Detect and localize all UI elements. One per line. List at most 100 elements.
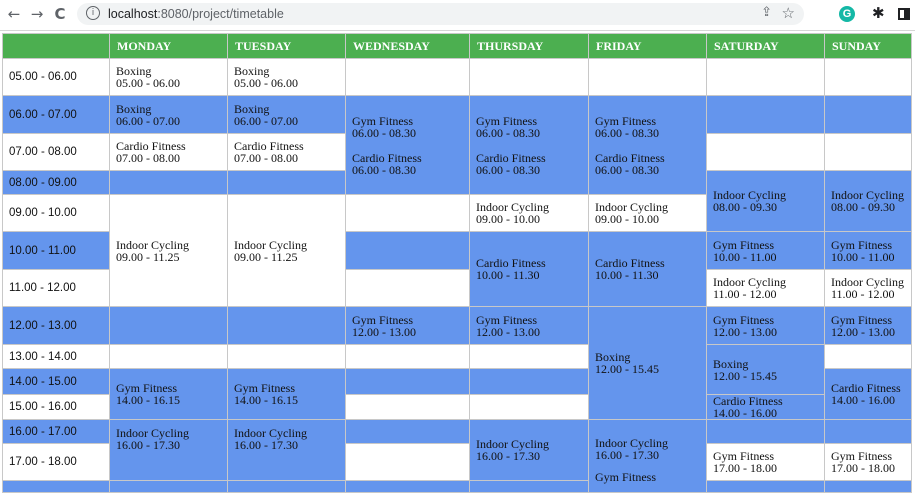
class-cell[interactable]: Indoor Cycling 11.00 - 12.00 bbox=[706, 269, 825, 307]
class-cell[interactable]: Cardio Fitness 10.00 - 11.30 bbox=[588, 231, 707, 307]
class-name: Boxing bbox=[713, 356, 749, 371]
empty-cell bbox=[345, 194, 470, 232]
bookmark-star-icon[interactable]: ☆ bbox=[782, 4, 795, 22]
class-time: 17.00 - 18.00 bbox=[831, 461, 895, 475]
class-cell[interactable]: Indoor Cycling 09.00 - 10.00 bbox=[469, 194, 589, 232]
time-slot: 16.00 - 17.00 bbox=[2, 419, 110, 444]
class-cell[interactable]: Gym Fitness 06.00 - 08.30 Cardio Fitness 06… bbox=[469, 95, 589, 195]
reload-icon[interactable]: C bbox=[50, 4, 70, 24]
class-time: 10.00 - 11.00 bbox=[713, 249, 777, 264]
empty-cell bbox=[824, 95, 912, 134]
class-cell[interactable]: Gym Fitness 06.00 - 08.30 Cardio Fitness 06… bbox=[345, 95, 470, 195]
empty-cell bbox=[824, 419, 912, 444]
class-cell[interactable]: Indoor Cycling 09.00 - 11.25 bbox=[227, 194, 346, 307]
address-bar[interactable]: i localhost:8080/project/timetable ⇪ ☆ bbox=[77, 3, 804, 25]
class-cell[interactable]: Indoor Cycling 08.00 - 09.30 bbox=[706, 170, 825, 232]
class-name: Gym Fitness bbox=[713, 312, 775, 327]
class-name: Boxing bbox=[116, 101, 152, 116]
class-cell[interactable]: Boxing 12.00 - 15.45 bbox=[706, 344, 825, 395]
empty-cell bbox=[345, 368, 470, 395]
class-cell[interactable]: Cardio Fitness 07.00 - 08.00 bbox=[109, 133, 228, 171]
site-info-icon[interactable]: i bbox=[86, 6, 100, 20]
time-slot: 15.00 - 16.00 bbox=[2, 394, 110, 420]
class-cell[interactable]: Gym Fitness 06.00 - 08.30 Cardio Fitness 06… bbox=[588, 95, 707, 195]
class-cell[interactable]: Indoor Cycling 16.00 - 17.30 bbox=[469, 419, 589, 481]
empty-cell bbox=[824, 344, 912, 369]
class-cell[interactable]: Gym Fitness 17.00 - 18.00 bbox=[706, 443, 825, 481]
day-header-thursday: THURSDAY bbox=[469, 33, 589, 59]
class-time: 12.00 - 13.00 bbox=[476, 324, 540, 339]
class-cell[interactable]: Boxing 05.00 - 06.00 bbox=[227, 58, 346, 96]
empty-cell bbox=[469, 394, 589, 420]
class-cell[interactable]: Indoor Cycling 16.00 - 17.30 bbox=[227, 419, 346, 481]
class-name: Gym Fitness bbox=[595, 470, 657, 484]
class-cell[interactable]: Gym Fitness 14.00 - 16.15 bbox=[227, 368, 346, 420]
time-slot: 05.00 - 06.00 bbox=[2, 58, 110, 96]
empty-cell bbox=[227, 344, 346, 369]
class-cell[interactable]: Boxing 05.00 - 06.00 bbox=[109, 58, 228, 96]
empty-cell bbox=[227, 480, 346, 493]
class-cell[interactable]: Gym Fitness 17.00 - 18.00 bbox=[824, 443, 912, 481]
back-arrow-icon[interactable]: ← bbox=[4, 4, 24, 24]
class-cell[interactable]: Gym Fitness 10.00 - 11.00 bbox=[706, 231, 825, 270]
day-header-monday: MONDAY bbox=[109, 33, 228, 59]
class-time: 16.00 - 17.30 bbox=[476, 449, 540, 463]
class-cell[interactable]: Indoor Cycling 16.00 - 17.30 Gym Fitness bbox=[588, 419, 707, 493]
class-time: 06.00 - 08.30 bbox=[595, 162, 659, 177]
empty-cell bbox=[345, 419, 470, 444]
side-panel-icon[interactable] bbox=[898, 8, 910, 20]
class-cell[interactable]: Gym Fitness 14.00 - 16.15 bbox=[109, 368, 228, 420]
class-name: Gym Fitness bbox=[713, 237, 775, 252]
table-row: 13.00 - 14.00 Boxing 12.00 - 15.45 bbox=[2, 344, 912, 395]
empty-cell bbox=[706, 419, 825, 444]
class-cell[interactable]: Cardio Fitness 14.00 - 16.00 bbox=[706, 394, 825, 420]
empty-cell bbox=[345, 344, 470, 369]
empty-cell bbox=[227, 170, 346, 195]
empty-cell bbox=[706, 95, 825, 134]
time-slot: 07.00 - 08.00 bbox=[2, 133, 110, 171]
class-time: 16.00 - 17.30 bbox=[234, 438, 298, 452]
empty-cell bbox=[706, 58, 825, 96]
class-cell[interactable]: Gym Fitness 12.00 - 13.00 bbox=[469, 306, 589, 345]
class-cell[interactable]: Gym Fitness 12.00 - 13.00 bbox=[824, 306, 912, 345]
class-cell[interactable]: Boxing 12.00 - 15.45 bbox=[588, 306, 707, 420]
class-cell[interactable]: Indoor Cycling 11.00 - 12.00 bbox=[824, 269, 912, 307]
class-cell[interactable]: Gym Fitness 10.00 - 11.00 bbox=[824, 231, 912, 270]
url-text[interactable]: localhost:8080/project/timetable bbox=[108, 7, 284, 21]
empty-cell bbox=[469, 368, 589, 395]
class-cell[interactable]: Gym Fitness 12.00 - 13.00 bbox=[345, 306, 470, 345]
empty-cell bbox=[824, 133, 912, 171]
class-time: 12.00 - 13.00 bbox=[713, 324, 777, 339]
forward-arrow-icon[interactable]: → bbox=[27, 4, 47, 24]
class-name: Indoor Cycling bbox=[234, 237, 307, 252]
empty-cell bbox=[706, 133, 825, 171]
class-cell[interactable]: Gym Fitness 12.00 - 13.00 bbox=[706, 306, 825, 345]
class-cell[interactable]: Cardio Fitness 10.00 - 11.30 bbox=[469, 231, 589, 307]
class-cell[interactable]: Indoor Cycling 08.00 - 09.30 bbox=[824, 170, 912, 232]
class-time: 17.00 - 18.00 bbox=[713, 461, 777, 475]
class-time: 09.00 - 10.00 bbox=[476, 212, 540, 226]
class-cell[interactable]: Indoor Cycling 09.00 - 11.25 bbox=[109, 194, 228, 307]
day-header-friday: FRIDAY bbox=[588, 33, 707, 59]
timetable: MONDAY TUESDAY WEDNESDAY THURSDAY FRIDAY… bbox=[2, 33, 912, 493]
table-row bbox=[2, 480, 912, 493]
empty-cell bbox=[109, 306, 228, 345]
extensions-puzzle-icon[interactable]: ✱ bbox=[872, 4, 885, 22]
class-cell[interactable]: Indoor Cycling 09.00 - 10.00 bbox=[588, 194, 707, 232]
table-row: 12.00 - 13.00 Gym Fitness 12.00 - 13.00 G… bbox=[2, 306, 912, 420]
table-row: 16.00 - 17.00 Indoor Cycling 16.00 - 17.3… bbox=[2, 419, 912, 493]
corner-header bbox=[2, 33, 110, 59]
class-name: Boxing bbox=[234, 101, 270, 116]
class-cell[interactable]: Boxing 06.00 - 07.00 bbox=[109, 95, 228, 134]
class-cell[interactable]: Cardio Fitness 14.00 - 16.00 bbox=[824, 368, 912, 420]
share-icon[interactable]: ⇪ bbox=[761, 5, 772, 20]
class-cell[interactable]: Cardio Fitness 07.00 - 08.00 bbox=[227, 133, 346, 171]
class-time: 10.00 - 11.30 bbox=[595, 268, 659, 282]
class-time: 09.00 - 11.25 bbox=[116, 249, 180, 264]
class-cell[interactable]: Boxing 06.00 - 07.00 bbox=[227, 95, 346, 134]
grammarly-extension-icon[interactable]: G bbox=[839, 6, 855, 22]
header-row: MONDAY TUESDAY WEDNESDAY THURSDAY FRIDAY… bbox=[2, 33, 912, 59]
class-time: 05.00 - 06.00 bbox=[234, 76, 298, 90]
time-slot: 13.00 - 14.00 bbox=[2, 344, 110, 369]
class-cell[interactable]: Indoor Cycling 16.00 - 17.30 bbox=[109, 419, 228, 481]
